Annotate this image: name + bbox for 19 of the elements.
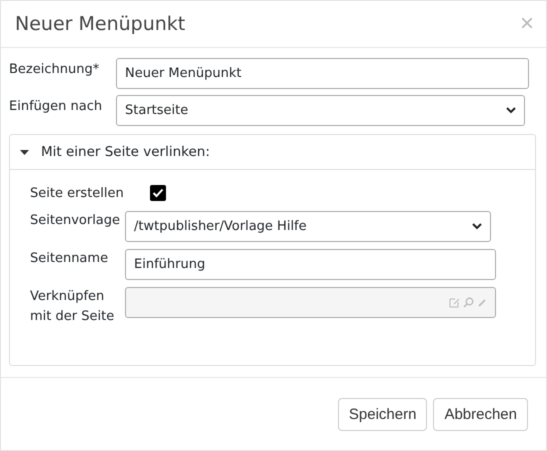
panel-header[interactable]: Mit einer Seite verlinken:	[10, 135, 535, 170]
caret-icon[interactable]	[20, 148, 29, 156]
chevron-icon	[506, 107, 516, 114]
field-label: Seitenname	[30, 250, 110, 268]
dialog-button[interactable]: Speichern	[338, 398, 428, 430]
field-label: Bezeichnung*	[9, 61, 100, 79]
field-label: Einfügen nach	[9, 98, 104, 116]
dropdown[interactable]: /twtpublisher/Vorlage Hilfe	[125, 211, 491, 242]
field-label: Seitenvorlage	[30, 212, 122, 230]
dialog-title: Neuer Menüpunkt	[15, 13, 186, 35]
panel-title: Mit einer Seite verlinken:	[41, 144, 210, 160]
text-field[interactable]: Einführung	[125, 249, 496, 280]
dialog-button[interactable]: Abbrechen	[433, 398, 528, 430]
text-field[interactable]: Neuer Menüpunkt	[116, 58, 529, 89]
field-label: Seite erstellen	[30, 185, 125, 203]
checkbox[interactable]	[150, 185, 166, 201]
chevron-icon	[472, 223, 482, 230]
dropdown[interactable]: Startseite	[116, 95, 525, 126]
field-label: Verknüpfen mit der Seite	[30, 288, 116, 326]
